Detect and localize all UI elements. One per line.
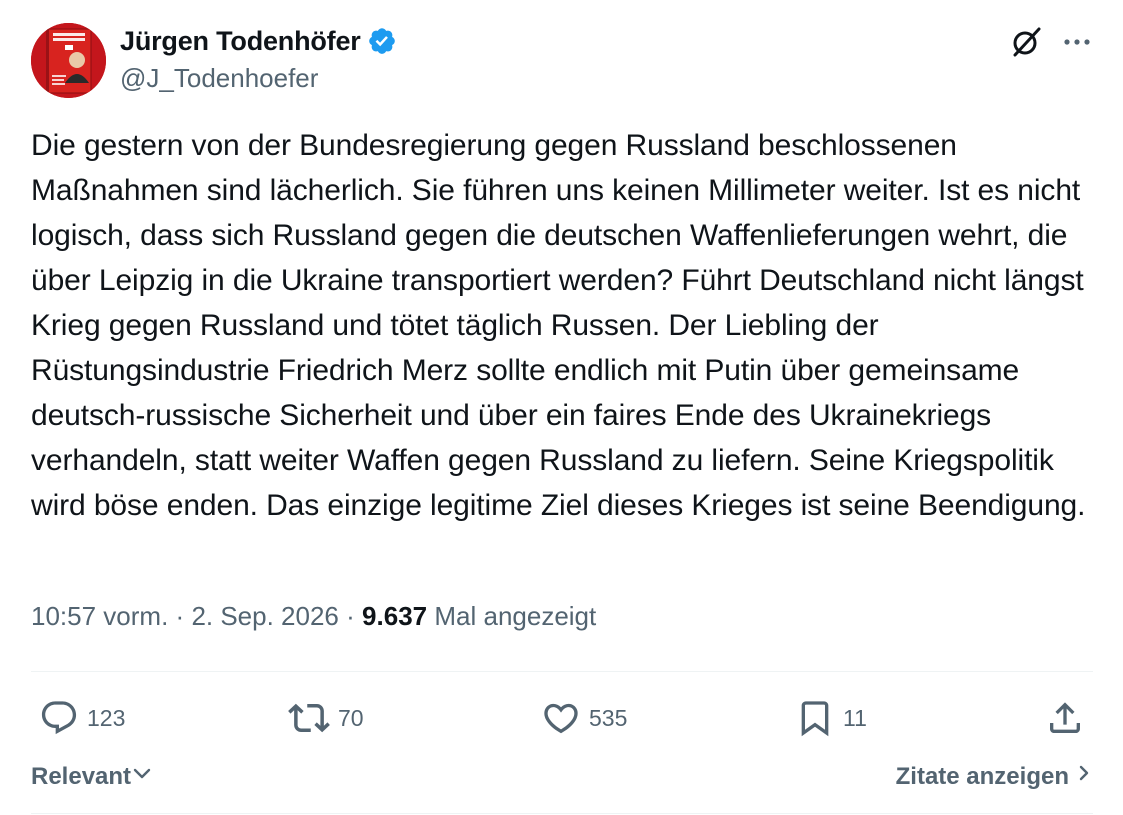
replies-footer: Relevant Zitate anzeigen: [31, 758, 1093, 798]
reply-icon: [39, 698, 79, 738]
tweet-time[interactable]: 10:57 vorm.: [31, 601, 168, 631]
repost-icon: [288, 697, 330, 739]
reply-count: 123: [87, 704, 126, 731]
heart-icon: [541, 698, 581, 738]
grok-icon[interactable]: [1009, 25, 1043, 59]
views-count: 9.637: [362, 601, 428, 631]
like-button[interactable]: 535: [541, 690, 627, 746]
chevron-right-icon: [1075, 762, 1093, 791]
tweet-meta: 10:57 vorm. · 2. Sep. 2026 · 9.637 Mal a…: [31, 601, 596, 632]
display-name-row: Jürgen Todenhöfer: [120, 25, 397, 57]
bookmark-icon: [795, 698, 835, 738]
view-quotes-link[interactable]: Zitate anzeigen: [896, 762, 1093, 791]
repost-button[interactable]: 70: [288, 690, 364, 746]
share-button[interactable]: [1045, 690, 1085, 746]
verified-badge-icon[interactable]: [367, 26, 397, 56]
bookmark-button[interactable]: 11: [795, 690, 867, 746]
meta-separator: ·: [175, 601, 185, 631]
sort-label: Relevant: [31, 762, 132, 790]
more-icon[interactable]: [1061, 26, 1093, 58]
tweet-date[interactable]: 2. Sep. 2026: [191, 601, 338, 631]
chevron-down-icon: [131, 762, 153, 791]
header-actions: [1009, 25, 1093, 59]
display-name[interactable]: Jürgen Todenhöfer: [120, 26, 361, 57]
action-bar: 123 70 535 11: [31, 690, 1093, 746]
divider: [31, 671, 1093, 672]
meta-separator: ·: [346, 601, 355, 631]
tweet-text: Die gestern von der Bundesregierung gege…: [31, 129, 1086, 522]
repost-count: 70: [338, 704, 364, 731]
tweet-header: Jürgen Todenhöfer @J_Todenhoefer: [31, 23, 1093, 99]
sort-dropdown[interactable]: Relevant: [31, 762, 153, 791]
author-handle[interactable]: @J_Todenhoefer: [120, 63, 397, 94]
avatar-book-cover-image: [31, 23, 106, 98]
views-label: Mal angezeigt: [434, 601, 597, 631]
divider: [31, 813, 1093, 814]
like-count: 535: [589, 704, 628, 731]
tweet-detail: Jürgen Todenhöfer @J_Todenhoefer Die ges…: [0, 0, 1123, 815]
bookmark-count: 11: [843, 704, 867, 731]
quotes-label: Zitate anzeigen: [895, 762, 1069, 790]
author-names: Jürgen Todenhöfer @J_Todenhoefer: [120, 25, 397, 94]
share-icon: [1045, 698, 1085, 738]
reply-button[interactable]: 123: [39, 690, 125, 746]
avatar[interactable]: [31, 23, 106, 98]
